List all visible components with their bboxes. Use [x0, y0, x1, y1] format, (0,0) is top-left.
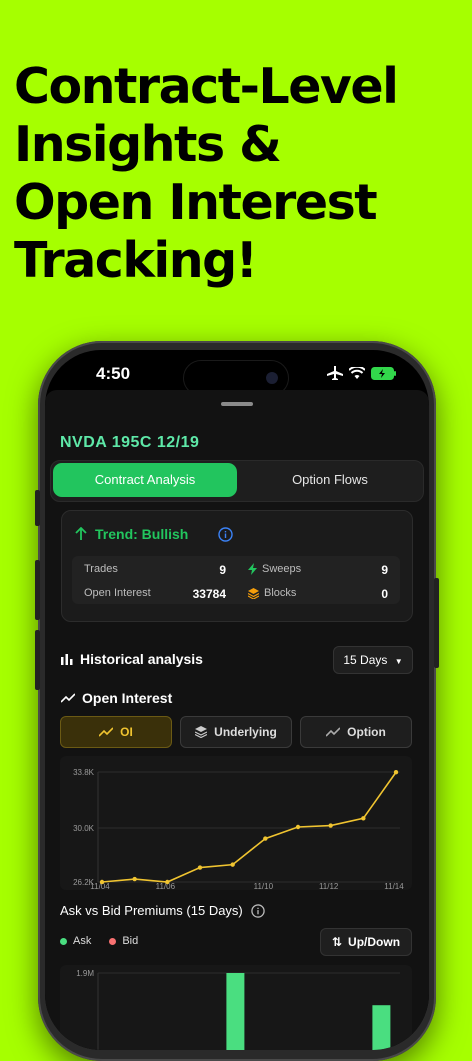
trend-label: Trend: Bullish — [95, 526, 189, 542]
phone-side-button — [434, 578, 439, 668]
bolt-icon — [248, 563, 257, 575]
ask-bid-chart-svg: 1.9M — [76, 969, 400, 1050]
sort-arrows-icon: ⇅ — [331, 935, 343, 949]
battery-icon — [371, 366, 396, 380]
trend-card: Trend: Bullish Trades 9 Open Interest 33… — [61, 510, 413, 622]
oi-data-point[interactable] — [361, 816, 366, 821]
up-down-button[interactable]: ⇅ Up/Down — [320, 928, 412, 956]
legend-ask[interactable]: Ask — [60, 935, 91, 947]
layers-icon — [248, 587, 259, 599]
bar-chart-icon — [61, 653, 73, 665]
oi-x-tick: 11/12 — [319, 882, 339, 890]
camera-icon — [266, 372, 278, 384]
status-icons — [327, 366, 397, 380]
open-interest-chart: 33.8K 30.0K 26.2K 11/04 11/06 11/10 11/12 11/14 — [60, 756, 412, 891]
layers-icon — [195, 726, 208, 738]
range-value: 15 Days — [343, 653, 388, 667]
stat-oi-label: Open Interest — [84, 587, 151, 599]
trend-header: Trend: Bullish — [75, 526, 234, 542]
stats-grid: Trades 9 Open Interest 33784 Sweeps 9 Bl… — [72, 556, 400, 604]
stat-trades-label: Trades — [84, 563, 118, 575]
stat-oi-value: 33784 — [192, 587, 226, 601]
stat-blocks-value: 0 — [381, 587, 388, 601]
historical-title: Historical analysis — [80, 651, 203, 667]
open-interest-header: Open Interest — [61, 690, 172, 706]
headline-line-2: Insights & — [14, 116, 282, 173]
chip-underlying[interactable]: Underlying — [180, 716, 292, 748]
ask-bid-title: Ask vs Bid Premiums (15 Days) — [60, 903, 243, 918]
oi-data-point[interactable] — [132, 876, 137, 882]
wifi-icon — [349, 367, 365, 379]
trend-line-icon — [99, 727, 114, 737]
chevron-down-icon: ▼ — [394, 657, 403, 666]
oi-data-point[interactable] — [99, 879, 105, 885]
oi-data-point[interactable] — [197, 865, 203, 870]
bottom-sheet: NVDA 195C 12/19 Contract Analysis Option… — [45, 390, 429, 1050]
oi-x-tick: 11/10 — [254, 882, 274, 890]
stat-sweeps: Sweeps — [248, 563, 301, 575]
stat-trades-value: 9 — [219, 563, 226, 577]
ask-bid-header: Ask vs Bid Premiums (15 Days) — [60, 903, 265, 918]
oi-data-point[interactable] — [393, 770, 399, 775]
oi-data-point[interactable] — [328, 823, 333, 828]
up-down-label: Up/Down — [348, 935, 401, 949]
oi-data-point[interactable] — [263, 836, 268, 841]
chip-oi[interactable]: OI — [60, 716, 172, 748]
tab-contract-analysis[interactable]: Contract Analysis — [53, 463, 237, 497]
headline-line-3: Open Interest — [14, 174, 378, 231]
oi-data-point[interactable] — [230, 862, 235, 867]
oi-y-tick: 30.0K — [73, 824, 95, 833]
legend-bid[interactable]: Bid — [109, 935, 138, 947]
oi-y-tick: 33.8K — [73, 768, 95, 777]
stat-blocks: Blocks — [248, 587, 296, 599]
trend-line-icon — [61, 693, 75, 703]
legend-ask-label: Ask — [73, 935, 92, 947]
ask-bar[interactable] — [226, 973, 245, 1050]
phone-side-button — [35, 630, 40, 690]
info-icon[interactable] — [218, 526, 234, 542]
trend-line-icon — [326, 727, 341, 737]
status-time: 4:50 — [96, 364, 131, 383]
historical-title-wrap: Historical analysis — [61, 651, 203, 667]
oi-series-line — [101, 771, 397, 883]
legend-ask-dot — [60, 937, 67, 945]
headline-line-4: Tracking! — [14, 232, 258, 289]
info-icon[interactable] — [251, 903, 265, 918]
chip-underlying-label: Underlying — [214, 725, 277, 739]
chip-option[interactable]: Option — [300, 716, 412, 748]
stat-sweeps-value: 9 — [381, 563, 388, 577]
tab-option-flows[interactable]: Option Flows — [239, 463, 421, 497]
headline: Contract-Level Insights & Open Interest … — [14, 58, 464, 290]
tab-bar: Contract Analysis Option Flows — [50, 460, 424, 502]
sheet-grabber[interactable] — [221, 402, 253, 406]
contract-title: NVDA 195C 12/19 — [60, 434, 200, 451]
phone-screen: 4:50 NVDA 195C 12/19 Contract Analysis O… — [45, 350, 429, 1050]
oi-x-tick: 11/14 — [384, 882, 404, 890]
oi-data-point[interactable] — [295, 824, 301, 830]
headline-line-1: Contract-Level — [14, 58, 399, 115]
oi-data-point[interactable] — [165, 879, 170, 885]
arrow-up-icon — [75, 527, 87, 540]
historical-row: Historical analysis 15 Days ▼ — [61, 646, 413, 674]
ask-bid-legend: Ask Bid — [60, 935, 138, 947]
phone-side-button — [35, 490, 40, 526]
chip-oi-label: OI — [120, 725, 133, 739]
range-dropdown[interactable]: 15 Days ▼ — [333, 646, 413, 674]
ab-y-tick: 1.9M — [76, 969, 94, 978]
phone-side-button — [35, 560, 40, 620]
ask-bar[interactable] — [372, 1005, 391, 1050]
oi-chart-svg: 33.8K30.0K26.2K11/04 11/06 11/10 11/12 11/14 — [73, 768, 404, 891]
stat-blocks-label: Blocks — [264, 587, 297, 599]
chip-option-label: Option — [347, 725, 386, 739]
ask-bid-chart: 1.9M — [60, 965, 412, 1050]
legend-bid-label: Bid — [122, 935, 139, 947]
stat-sweeps-label: Sweeps — [262, 563, 302, 575]
open-interest-title: Open Interest — [82, 690, 173, 706]
legend-bid-dot — [109, 937, 117, 945]
airplane-icon — [327, 366, 343, 380]
